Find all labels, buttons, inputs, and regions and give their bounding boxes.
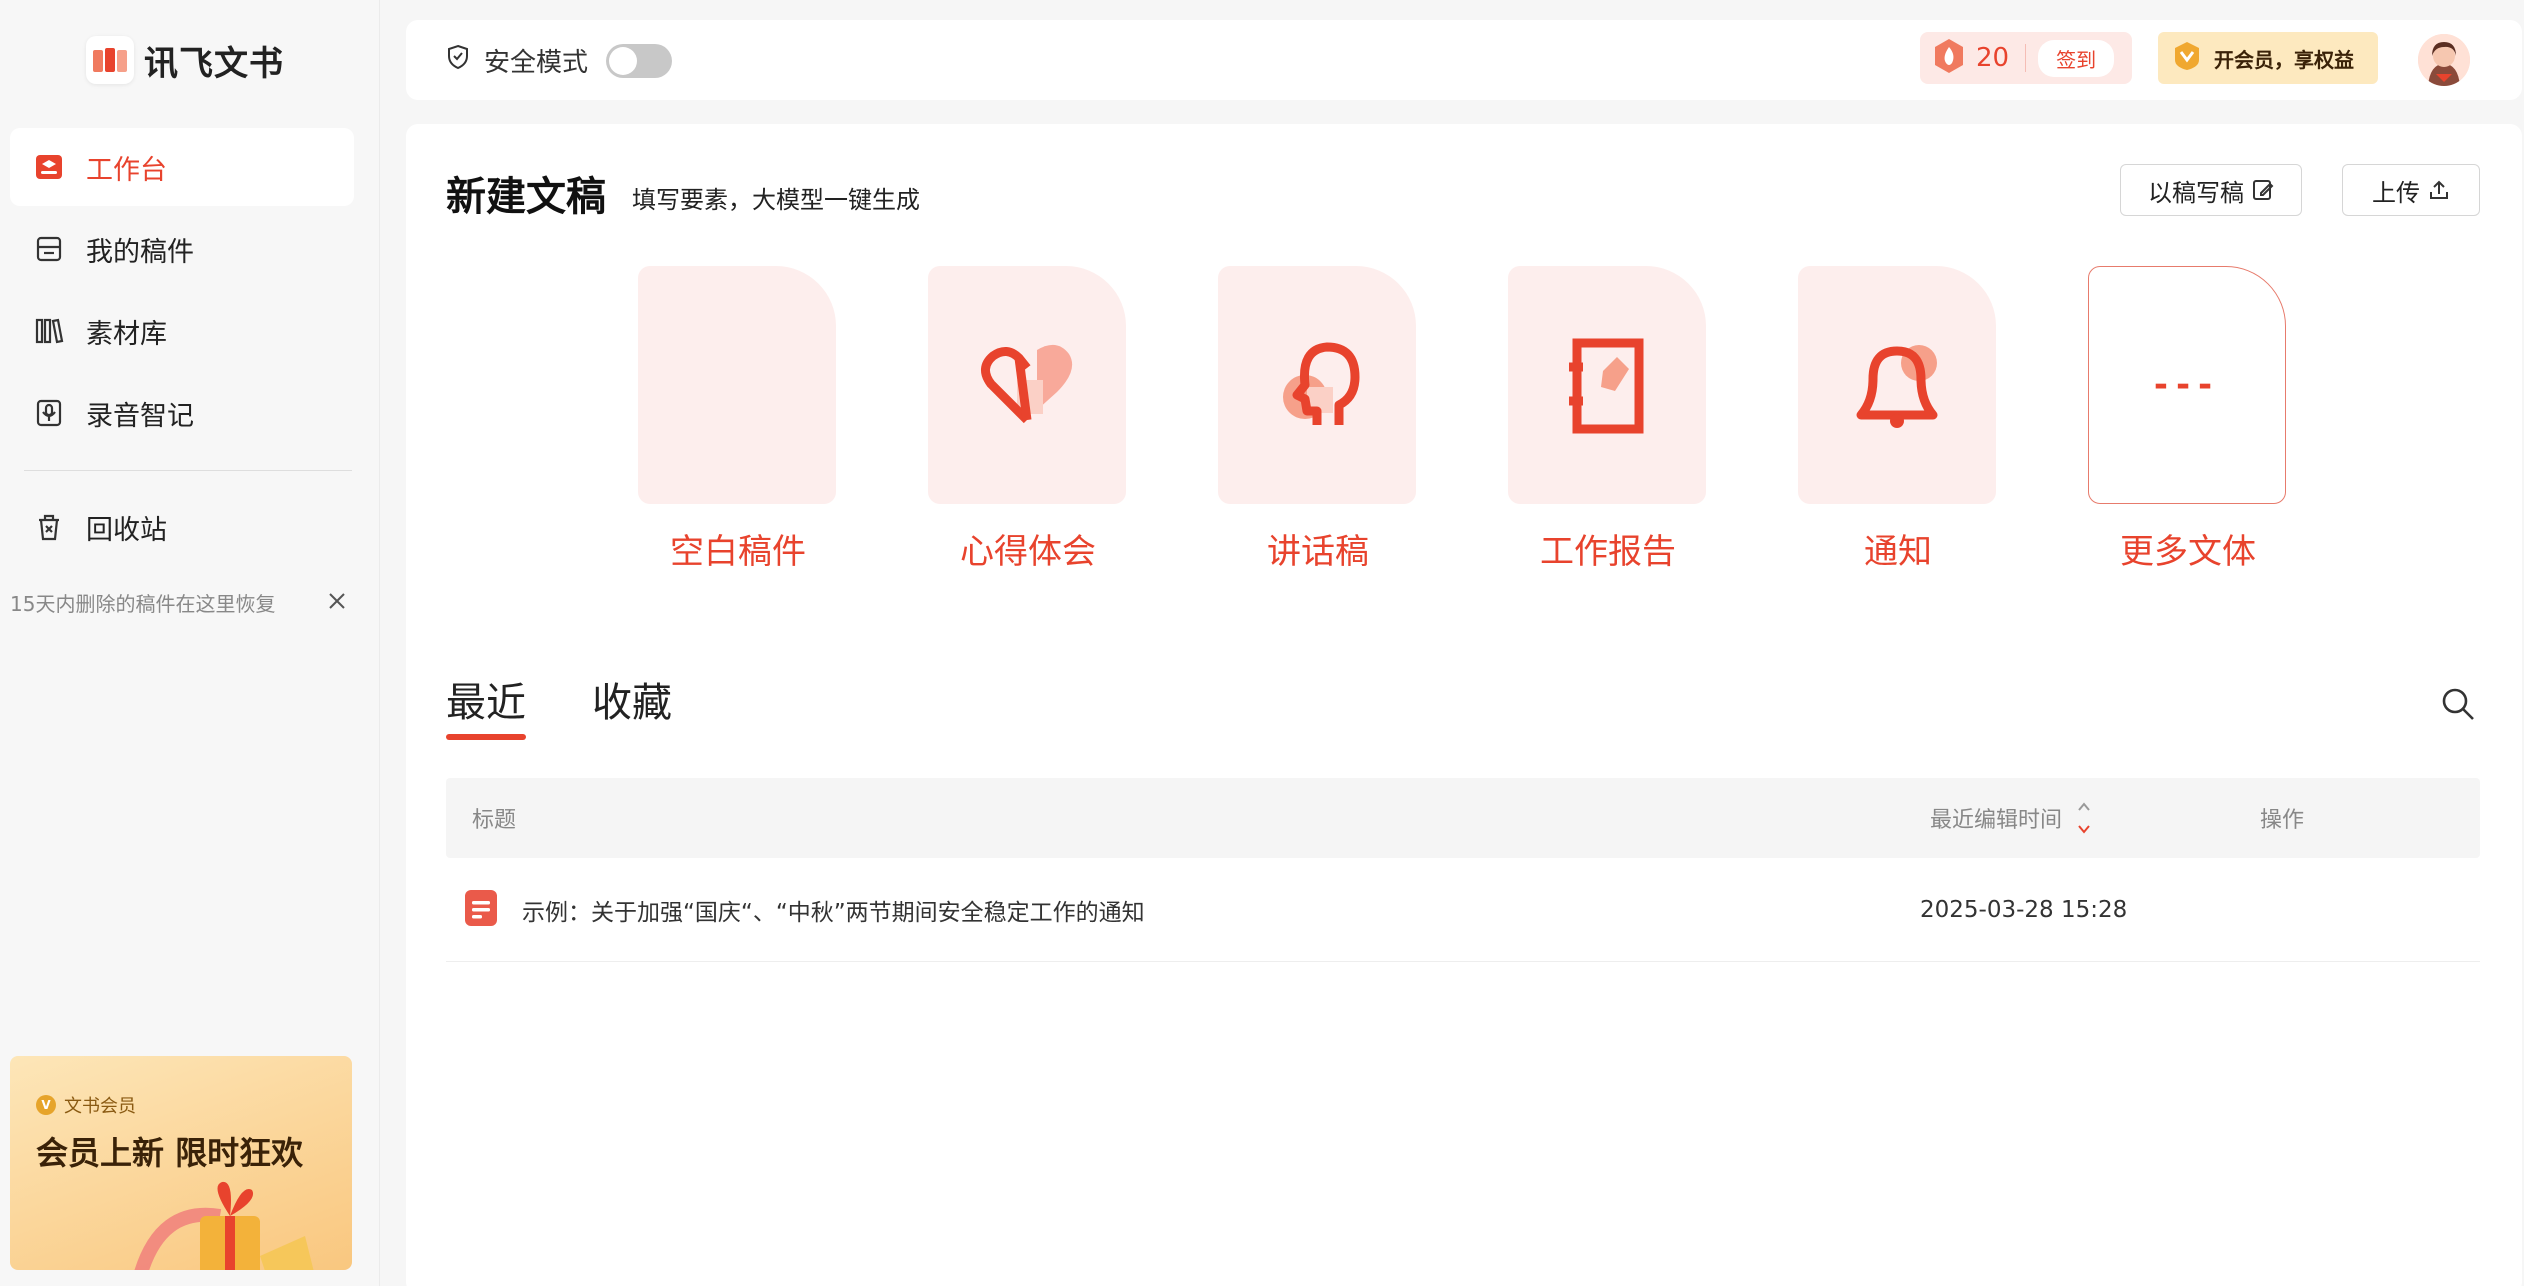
- vip-button[interactable]: 开会员，享权益: [2158, 32, 2378, 84]
- document-icon: [464, 889, 498, 931]
- recording-icon: [32, 396, 66, 430]
- brand-name: 讯飞文书: [144, 43, 284, 84]
- sidebar-divider: [24, 470, 352, 471]
- template-label: 讲话稿: [1267, 532, 1369, 572]
- sidebar-item-label: 回收站: [86, 514, 167, 546]
- template-card: ---: [2088, 266, 2286, 504]
- brand-logo-icon: [86, 36, 134, 84]
- template-list: 空白稿件 心得体会 讲话稿 工作报告 通知 --- 更多文体: [638, 266, 2378, 573]
- heart-icon: [981, 344, 1073, 424]
- sidebar-item-recording[interactable]: 录音智记: [10, 374, 354, 452]
- page-subtitle: 填写要素，大模型一键生成: [632, 186, 920, 214]
- trash-tip-text: 15天内删除的稿件在这里恢复: [10, 592, 276, 616]
- drafts-icon: [32, 232, 66, 266]
- notebook-icon: [1569, 338, 1644, 434]
- tab-favorites[interactable]: 收藏: [592, 670, 672, 740]
- document-title: 示例：关于加强“国庆“、“中秋”两节期间安全稳定工作的通知: [522, 899, 1145, 926]
- sort-icon[interactable]: [2076, 799, 2092, 837]
- template-label: 通知: [1864, 532, 1932, 572]
- sidebar-nav: 工作台 我的稿件 素材库 录音智记: [10, 128, 354, 456]
- promo-title: 会员上新 限时狂欢: [36, 1134, 304, 1172]
- template-label: 工作报告: [1540, 532, 1676, 572]
- safe-mode-label: 安全模式: [484, 48, 589, 78]
- sidebar-item-workbench[interactable]: 工作台: [10, 128, 354, 206]
- search-icon[interactable]: [2440, 686, 2476, 726]
- promo-tag-label: 文书会员: [64, 1096, 136, 1117]
- close-icon[interactable]: [328, 591, 346, 615]
- library-icon: [32, 314, 66, 348]
- template-more[interactable]: --- 更多文体: [2088, 266, 2288, 573]
- brand-logo[interactable]: 讯飞文书: [86, 34, 284, 86]
- top-bar: 安全模式 20 签到 开会员，享权益: [406, 20, 2522, 100]
- avatar[interactable]: [2418, 34, 2470, 86]
- upload-icon: [2430, 180, 2448, 199]
- recent-tabs: 最近 收藏: [446, 670, 738, 740]
- points-widget: 20 签到: [1920, 32, 2132, 84]
- page-title: 新建文稿: [446, 174, 606, 220]
- template-work-report[interactable]: 工作报告: [1508, 266, 1708, 573]
- template-card: [1218, 266, 1416, 504]
- points-divider: [2025, 44, 2027, 72]
- points-count: 20: [1976, 43, 2010, 73]
- sidebar-item-drafts[interactable]: 我的稿件: [10, 210, 354, 288]
- sidebar-item-library[interactable]: 素材库: [10, 292, 354, 370]
- sidebar: 讯飞文书 工作台 我的稿件 素材库 录音智记 回收站 15天内删除的稿件在这里恢…: [0, 0, 380, 1286]
- edit-doc-icon: [2253, 180, 2274, 200]
- workbench-icon: [32, 150, 66, 184]
- template-label: 空白稿件: [670, 532, 806, 572]
- write-from-draft-label: 以稿写稿: [2148, 178, 2244, 207]
- safe-mode-toggle[interactable]: [606, 43, 673, 78]
- write-from-draft-button[interactable]: 以稿写稿: [2120, 164, 2302, 216]
- template-label: 更多文体: [2120, 532, 2256, 572]
- sidebar-item-label: 录音智记: [86, 400, 194, 432]
- sidebar-item-label: 我的稿件: [86, 236, 194, 268]
- template-label: 心得体会: [960, 532, 1096, 572]
- vip-promo-banner[interactable]: V 文书会员 会员上新 限时狂欢: [10, 1056, 352, 1270]
- template-card: [928, 266, 1126, 504]
- bell-icon: [1856, 345, 1938, 428]
- sidebar-item-label: 素材库: [86, 318, 167, 350]
- column-header-title: 标题: [472, 808, 517, 833]
- documents-table: 标题 最近编辑时间 操作 示例：关于加强“国庆“、“中秋”两节期间安全稳定工作的…: [446, 778, 2480, 962]
- template-reflection[interactable]: 心得体会: [928, 266, 1128, 573]
- gift-illustration-icon: [130, 1176, 330, 1270]
- shield-icon: [446, 44, 470, 77]
- column-header-time[interactable]: 最近编辑时间: [1930, 799, 2092, 837]
- more-dashes-icon: ---: [2153, 365, 2221, 405]
- sidebar-trash-group: 回收站: [10, 488, 354, 570]
- safe-mode: 安全模式: [446, 42, 673, 79]
- vip-badge-icon: V: [36, 1095, 56, 1115]
- trash-tip: 15天内删除的稿件在这里恢复: [10, 588, 354, 617]
- vip-badge-icon: [2172, 40, 2202, 77]
- sidebar-item-trash[interactable]: 回收站: [10, 488, 354, 566]
- tab-recent[interactable]: 最近: [446, 670, 526, 740]
- template-blank[interactable]: 空白稿件: [638, 266, 838, 573]
- table-row[interactable]: 示例：关于加强“国庆“、“中秋”两节期间安全稳定工作的通知 2025-03-28…: [446, 858, 2480, 962]
- flame-icon: [1932, 37, 1966, 79]
- table-header: 标题 最近编辑时间 操作: [446, 778, 2480, 858]
- column-header-time-label: 最近编辑时间: [1930, 808, 2063, 833]
- vip-label: 开会员，享权益: [2214, 47, 2354, 72]
- main-panel: 新建文稿 填写要素，大模型一键生成 以稿写稿 上传 空白稿件 心得体会 讲话稿 …: [406, 124, 2522, 1286]
- promo-tag: V 文书会员: [36, 1092, 136, 1118]
- template-card: [1508, 266, 1706, 504]
- sidebar-item-label: 工作台: [86, 154, 167, 186]
- template-card: [1798, 266, 1996, 504]
- document-edit-time: 2025-03-28 15:28: [1920, 896, 2128, 923]
- checkin-button[interactable]: 签到: [2038, 39, 2115, 77]
- column-header-actions: 操作: [2260, 808, 2305, 833]
- blank-doc-icon: [638, 266, 836, 504]
- speech-head-icon: [1283, 342, 1360, 425]
- trash-icon: [32, 510, 66, 544]
- template-speech[interactable]: 讲话稿: [1218, 266, 1418, 573]
- template-notice[interactable]: 通知: [1798, 266, 1998, 573]
- upload-button[interactable]: 上传: [2342, 164, 2480, 216]
- upload-label: 上传: [2372, 178, 2420, 207]
